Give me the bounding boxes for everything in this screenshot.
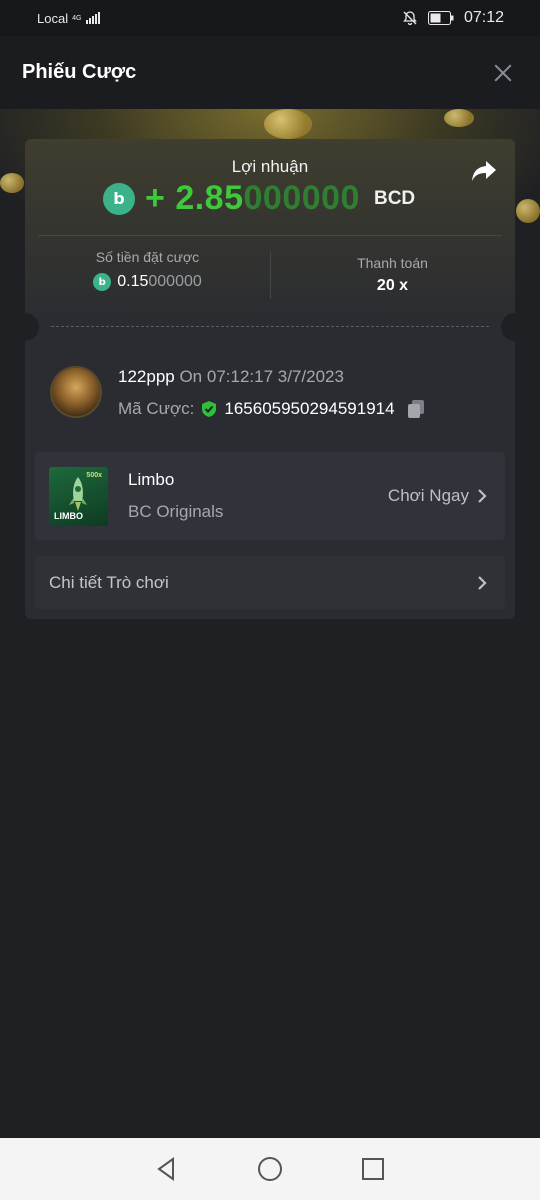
divider xyxy=(38,235,502,236)
system-nav-bar xyxy=(0,1138,540,1200)
ticket-notch xyxy=(501,313,529,341)
status-bar: Local 4G 07:12 xyxy=(0,0,540,36)
coin-decoration xyxy=(516,199,540,223)
recents-icon[interactable] xyxy=(359,1155,387,1183)
profit-value-decimals: 000000 xyxy=(243,179,360,217)
header: Phiếu Cược xyxy=(0,36,540,109)
shield-check-icon xyxy=(202,401,217,417)
status-right: 07:12 xyxy=(402,9,504,27)
chevron-right-icon xyxy=(478,575,487,590)
profit-label: Lợi nhuận xyxy=(231,157,309,176)
carrier-label: Local xyxy=(37,10,69,26)
back-icon[interactable] xyxy=(153,1155,181,1183)
game-thumbnail: 500x LIMBO xyxy=(49,467,108,526)
coin-decoration xyxy=(0,173,24,193)
profit-value: + 2.85000000 xyxy=(145,179,360,218)
game-name: Limbo xyxy=(128,470,175,489)
profit-currency: BCD xyxy=(373,187,416,209)
page-title: Phiếu Cược xyxy=(22,61,137,83)
home-icon[interactable] xyxy=(256,1155,284,1183)
coin-decoration xyxy=(444,109,474,127)
payout: Thanh toán 20 x xyxy=(270,255,515,295)
thumb-label: LIMBO xyxy=(54,511,83,521)
play-now-label: Chơi Ngay xyxy=(387,486,469,505)
bet-slip-card: Lợi nhuận b + 2.85000000 BCD Số tiền đặt… xyxy=(11,139,529,619)
chevron-right-icon xyxy=(478,489,487,503)
copy-icon[interactable] xyxy=(407,399,425,419)
close-icon[interactable] xyxy=(492,62,514,84)
bell-off-icon xyxy=(403,11,417,26)
bet-id-line: Mã Cược: 165605950294591914 xyxy=(118,399,425,419)
user-line: 122ppp On 07:12:17 3/7/2023 xyxy=(118,367,344,387)
ticket-notch xyxy=(11,313,39,341)
bet-id-value: 165605950294591914 xyxy=(224,399,395,418)
game-provider: BC Originals xyxy=(128,502,224,521)
share-icon[interactable] xyxy=(471,159,497,183)
dashed-separator xyxy=(51,326,489,327)
play-now-button[interactable]: Chơi Ngay xyxy=(388,486,487,506)
payout-value: 20 x xyxy=(376,277,409,294)
profit-row: b + 2.85000000 BCD xyxy=(103,179,415,218)
game-details-row[interactable]: Chi tiết Trò chơi xyxy=(35,556,505,609)
bet-amount: Số tiền đặt cược b 0.15000000 xyxy=(25,249,270,291)
network-type: 4G xyxy=(72,14,82,22)
coin-decoration xyxy=(264,109,312,139)
clock: 07:12 xyxy=(463,9,504,26)
bet-amount-decimals: 000000 xyxy=(148,273,202,290)
bet-id-label: Mã Cược: xyxy=(118,399,195,418)
game-details-label: Chi tiết Trò chơi xyxy=(49,572,169,592)
game-row[interactable]: 500x LIMBO Limbo BC Originals Chơi Ngay xyxy=(35,452,505,540)
bet-amount-label: Số tiền đặt cược xyxy=(95,249,200,265)
profit-prefix: + xyxy=(145,179,176,217)
bet-amount-value: b 0.15000000 xyxy=(25,273,270,291)
avatar xyxy=(50,366,102,418)
bet-timestamp: On 07:12:17 3/7/2023 xyxy=(174,367,344,386)
battery-icon xyxy=(427,11,454,25)
payout-label: Thanh toán xyxy=(357,255,428,271)
username[interactable]: 122ppp xyxy=(118,367,175,386)
bc-coin-icon: b xyxy=(103,182,135,215)
bet-amount-main: 0.15 xyxy=(117,273,149,290)
bc-coin-icon: b xyxy=(93,273,112,291)
signal-icon xyxy=(86,12,101,24)
status-left: Local 4G xyxy=(37,10,101,26)
profit-value-main: 2.85 xyxy=(175,179,244,217)
